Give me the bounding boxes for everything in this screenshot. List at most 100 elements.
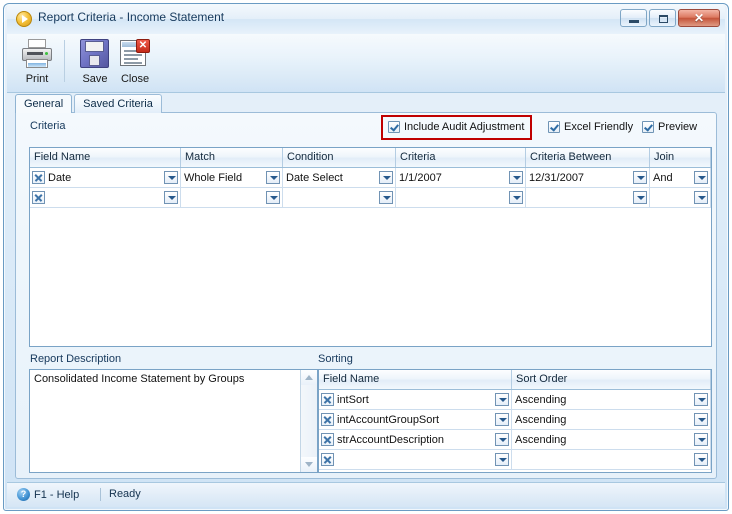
cell-field-name[interactable] — [30, 188, 181, 207]
cell-condition[interactable]: Date Select — [283, 168, 396, 187]
cell-text: intAccountGroupSort — [337, 413, 440, 426]
criteria-section-label: Criteria — [30, 120, 66, 132]
criteria-grid-empty-area[interactable] — [30, 208, 711, 346]
table-row[interactable]: Date Whole Field Date Select 1/1/2007 12… — [30, 168, 711, 188]
remove-row-icon[interactable] — [321, 413, 334, 426]
cell-sort-field-name[interactable]: strAccountDescription — [319, 430, 512, 449]
remove-row-icon[interactable] — [321, 453, 334, 466]
sorting-grid[interactable]: Field Name Sort Order intSort Ascending — [318, 369, 712, 473]
title-bar[interactable]: Report Criteria - Income Statement ✕ — [7, 4, 725, 34]
cell-sort-field-name[interactable] — [319, 450, 512, 469]
help-hint[interactable]: ? F1 - Help — [17, 488, 79, 501]
tab-saved-criteria[interactable]: Saved Criteria — [74, 94, 162, 113]
close-label: Close — [120, 73, 150, 85]
cell-sort-order[interactable]: Ascending — [512, 430, 711, 449]
chevron-down-icon[interactable] — [495, 393, 509, 406]
cell-text: Ascending — [515, 393, 567, 406]
chevron-down-icon[interactable] — [694, 171, 708, 184]
chevron-down-icon[interactable] — [694, 393, 708, 406]
toolbar-separator — [64, 40, 65, 82]
cell-join[interactable]: And — [650, 168, 711, 187]
cell-criteria[interactable]: 1/1/2007 — [396, 168, 526, 187]
cell-condition[interactable] — [283, 188, 396, 207]
table-row[interactable] — [30, 188, 711, 208]
column-header-condition[interactable]: Condition — [283, 148, 396, 167]
close-toolbar-button[interactable]: ✕ Close — [109, 36, 161, 85]
chevron-down-icon[interactable] — [694, 413, 708, 426]
remove-row-icon[interactable] — [32, 171, 45, 184]
minimize-button[interactable] — [620, 9, 647, 27]
tab-page-general: Criteria Include Audit Adjustment Excel … — [15, 112, 717, 479]
table-row[interactable]: strAccountDescription Ascending — [319, 430, 711, 450]
close-button[interactable]: ✕ — [678, 9, 720, 27]
report-description-label: Report Description — [30, 353, 122, 365]
cell-criteria-between[interactable]: 12/31/2007 — [526, 168, 650, 187]
column-header-criteria[interactable]: Criteria — [396, 148, 526, 167]
checkbox-label: Preview — [658, 121, 698, 133]
column-header-join[interactable]: Join — [650, 148, 711, 167]
cell-sort-field-name[interactable]: intSort — [319, 390, 512, 409]
sorting-label: Sorting — [318, 353, 353, 365]
chevron-down-icon[interactable] — [509, 191, 523, 204]
window-title: Report Criteria - Income Statement — [38, 10, 225, 24]
cell-text: Date Select — [286, 171, 343, 184]
remove-row-icon[interactable] — [32, 191, 45, 204]
chevron-down-icon[interactable] — [266, 191, 280, 204]
cell-text: intSort — [337, 393, 369, 406]
remove-row-icon[interactable] — [321, 433, 334, 446]
chevron-down-icon[interactable] — [379, 171, 393, 184]
column-header-criteria-between[interactable]: Criteria Between — [526, 148, 650, 167]
report-description-box[interactable]: Consolidated Income Statement by Groups — [29, 369, 318, 473]
cell-sort-field-name[interactable]: intAccountGroupSort — [319, 410, 512, 429]
print-button[interactable]: Print — [11, 36, 63, 85]
chevron-down-icon[interactable] — [266, 171, 280, 184]
cell-match[interactable] — [181, 188, 283, 207]
chevron-down-icon[interactable] — [495, 453, 509, 466]
chevron-down-icon[interactable] — [509, 171, 523, 184]
maximize-button[interactable] — [649, 9, 676, 27]
checkbox-include-audit-adjustment[interactable]: Include Audit Adjustment — [388, 121, 524, 133]
checkbox-icon — [642, 121, 654, 133]
cell-sort-order[interactable] — [512, 450, 711, 469]
table-row[interactable]: intAccountGroupSort Ascending — [319, 410, 711, 430]
cell-text: strAccountDescription — [337, 433, 444, 446]
chevron-down-icon[interactable] — [694, 191, 708, 204]
chevron-down-icon[interactable] — [694, 433, 708, 446]
close-icon: ✕ — [693, 11, 705, 25]
chevron-down-icon[interactable] — [495, 413, 509, 426]
window-controls: ✕ — [620, 9, 720, 27]
column-header-match[interactable]: Match — [181, 148, 283, 167]
chevron-down-icon[interactable] — [694, 453, 708, 466]
status-separator — [100, 488, 101, 501]
chevron-down-icon[interactable] — [379, 191, 393, 204]
column-header-sort-order[interactable]: Sort Order — [512, 370, 711, 389]
checkbox-excel-friendly[interactable]: Excel Friendly — [548, 121, 633, 133]
checkbox-label: Include Audit Adjustment — [404, 121, 525, 133]
chevron-down-icon[interactable] — [495, 433, 509, 446]
cell-criteria[interactable] — [396, 188, 526, 207]
chevron-down-icon[interactable] — [164, 191, 178, 204]
chevron-down-icon[interactable] — [633, 191, 647, 204]
remove-row-icon[interactable] — [321, 393, 334, 406]
cell-join[interactable] — [650, 188, 711, 207]
chevron-down-icon[interactable] — [633, 171, 647, 184]
cell-criteria-between[interactable] — [526, 188, 650, 207]
column-header-field-name[interactable]: Field Name — [30, 148, 181, 167]
cell-sort-order[interactable]: Ascending — [512, 390, 711, 409]
cell-field-name[interactable]: Date — [30, 168, 181, 187]
column-header-sort-field-name[interactable]: Field Name — [319, 370, 512, 389]
chevron-down-icon[interactable] — [164, 171, 178, 184]
report-criteria-window: Report Criteria - Income Statement ✕ Pri… — [3, 3, 729, 511]
description-scrollbar[interactable] — [300, 370, 317, 472]
table-row[interactable]: intSort Ascending — [319, 390, 711, 410]
cell-sort-order[interactable]: Ascending — [512, 410, 711, 429]
checkbox-preview[interactable]: Preview — [642, 121, 697, 133]
cell-text: And — [653, 171, 673, 184]
report-description-text: Consolidated Income Statement by Groups — [34, 373, 245, 385]
criteria-grid[interactable]: Field Name Match Condition Criteria Crit… — [29, 147, 712, 347]
scroll-down-icon[interactable] — [301, 457, 317, 472]
cell-match[interactable]: Whole Field — [181, 168, 283, 187]
scroll-up-icon[interactable] — [301, 370, 317, 385]
table-row[interactable] — [319, 450, 711, 470]
tab-general[interactable]: General — [15, 94, 73, 113]
